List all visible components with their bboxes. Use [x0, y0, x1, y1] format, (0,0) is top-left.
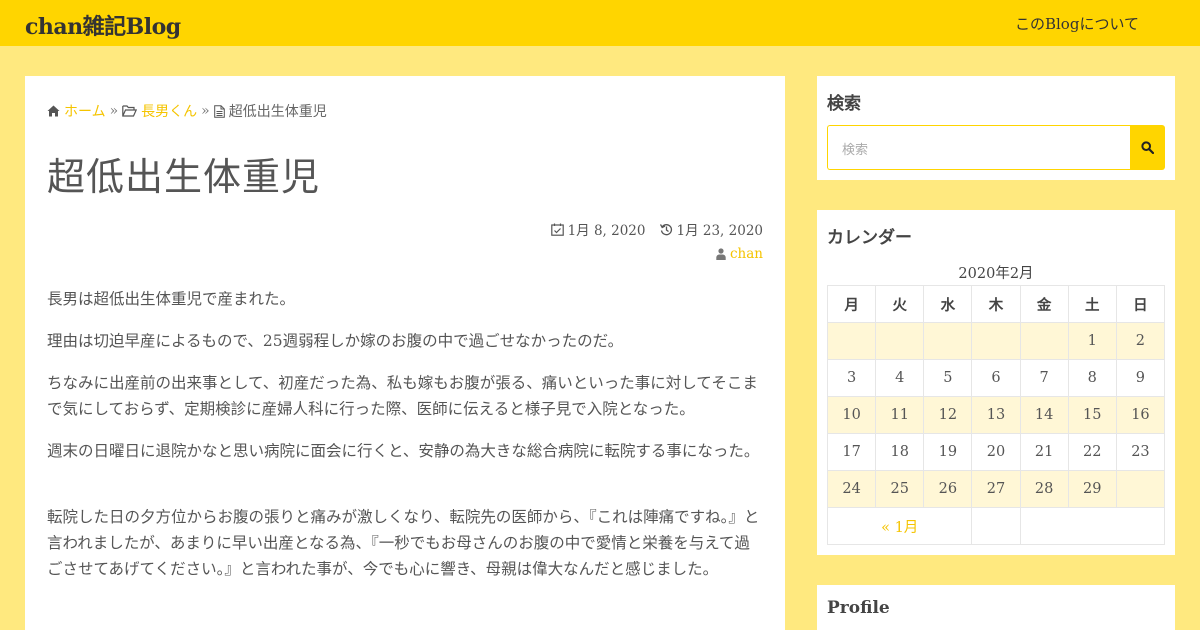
- calendar-day: 14: [1019, 396, 1069, 434]
- calendar-next-month: [1019, 507, 1166, 545]
- calendar-day: 24: [826, 470, 877, 508]
- breadcrumb-separator: »: [109, 103, 119, 119]
- home-icon: [47, 105, 60, 117]
- calendar-day: 6: [971, 359, 1021, 397]
- profile-widget: Profile: [817, 585, 1175, 630]
- breadcrumb-separator: »: [201, 103, 210, 119]
- calendar-week: 17 18 19 20 21 22 23: [826, 433, 1166, 471]
- history-icon: [659, 223, 672, 235]
- calendar-day: 2: [1115, 322, 1166, 360]
- calendar-nav-row: « 1月: [826, 507, 1166, 545]
- calendar-day: 21: [1019, 433, 1069, 471]
- calendar-day: 26: [923, 470, 973, 508]
- calendar-day: [1019, 322, 1069, 360]
- search-icon: [1141, 141, 1154, 154]
- calendar-day: 23: [1115, 433, 1166, 471]
- calendar-widget: カレンダー 2020年2月 月 火 水 木 金 土 日 1 2 3 4 5 6 …: [817, 210, 1175, 555]
- post-paragraph: 週末の日曜日に退院かなと思い病院に面会に行くと、安静の為大きな総合病院に転院する…: [47, 442, 760, 460]
- post-paragraph: 転院した日の夕方位からお腹の張りと痛みが激しくなり、転院先の医師から、『これは陣…: [47, 508, 760, 578]
- weekday-header: 土: [1067, 285, 1117, 323]
- search-widget: 検索 検索: [817, 76, 1175, 180]
- calendar-day: 8: [1067, 359, 1117, 397]
- calendar-pad: [971, 507, 1021, 545]
- calendar-day: [1115, 470, 1166, 508]
- calendar-table: 月 火 水 木 金 土 日 1 2 3 4 5 6 7 8 9 10 11 12…: [826, 285, 1166, 545]
- calendar-week: 24 25 26 27 28 29: [826, 470, 1166, 508]
- calendar-day: [923, 322, 973, 360]
- search-widget-title: 検索: [827, 94, 861, 114]
- post-body: 長男は超低出生体重児で産まれた。 理由は切迫早産によるもので、25週弱程しか嫁の…: [47, 286, 763, 598]
- calendar-day: 7: [1019, 359, 1069, 397]
- calendar-day: 22: [1067, 433, 1117, 471]
- search-input[interactable]: 検索: [827, 125, 1131, 170]
- author-link[interactable]: chan: [730, 246, 763, 262]
- post-paragraph: 理由は切迫早産によるもので、25週弱程しか嫁のお腹の中で過ごせなかったのだ。: [47, 332, 624, 350]
- updated-date: 1月 23, 2020: [676, 223, 764, 239]
- calendar-day: 1: [1067, 322, 1117, 360]
- calendar-week: 3 4 5 6 7 8 9: [826, 359, 1166, 397]
- calendar-day: 25: [875, 470, 925, 508]
- calendar-day: 18: [875, 433, 925, 471]
- calendar-check-icon: [550, 223, 564, 236]
- calendar-day: 10: [826, 396, 877, 434]
- calendar-day: 27: [971, 470, 1021, 508]
- calendar-widget-title: カレンダー: [827, 228, 912, 248]
- calendar-day: 19: [923, 433, 973, 471]
- calendar-day: 28: [1019, 470, 1069, 508]
- breadcrumb-current: 超低出生体重児: [228, 104, 327, 120]
- calendar-day: 16: [1115, 396, 1166, 434]
- folder-open-icon: [122, 105, 138, 117]
- breadcrumb-home[interactable]: ホーム: [64, 101, 106, 121]
- weekday-header: 金: [1019, 285, 1069, 323]
- breadcrumb: ホーム » 長男くん » 超低出生体重児: [47, 101, 327, 121]
- calendar-day: 12: [923, 396, 973, 434]
- weekday-header: 月: [826, 285, 877, 323]
- post-title: 超低出生体重児: [47, 155, 321, 199]
- weekday-header: 木: [971, 285, 1021, 323]
- calendar-day: 17: [826, 433, 877, 471]
- calendar-prev-month[interactable]: « 1月: [826, 507, 973, 545]
- calendar-day: [875, 322, 925, 360]
- calendar-day: 13: [971, 396, 1021, 434]
- calendar-day: [826, 322, 877, 360]
- user-icon: [716, 248, 726, 260]
- calendar-day: 4: [875, 359, 925, 397]
- weekday-header: 水: [923, 285, 973, 323]
- calendar-day: 5: [923, 359, 973, 397]
- calendar-day: 11: [875, 396, 925, 434]
- weekday-header: 火: [875, 285, 925, 323]
- post-author: chan: [716, 246, 763, 262]
- calendar-day: 20: [971, 433, 1021, 471]
- post-paragraph: 長男は超低出生体重児で産まれた。: [47, 290, 296, 308]
- published-date: 1月 8, 2020: [567, 223, 646, 239]
- weekday-header: 日: [1115, 285, 1166, 323]
- main-content: ホーム » 長男くん » 超低出生体重児 超低出生体重児 1月 8, 2020 …: [25, 76, 785, 630]
- post-paragraph: ちなみに出産前の出来事として、初産だった為、私も嫁もお腹が張る、痛いといった事に…: [47, 374, 758, 418]
- calendar-day: 9: [1115, 359, 1166, 397]
- profile-widget-title: Profile: [827, 598, 890, 618]
- nav-link-about[interactable]: このBlogについて: [1015, 13, 1139, 34]
- post-dates: 1月 8, 2020 1月 23, 2020: [550, 219, 764, 239]
- calendar-week: 1 2: [826, 322, 1166, 360]
- file-text-icon: [213, 104, 225, 118]
- site-title[interactable]: chan雑記Blog: [25, 9, 181, 41]
- calendar-day: 15: [1067, 396, 1117, 434]
- search-button[interactable]: [1130, 125, 1165, 170]
- calendar-day: [971, 322, 1021, 360]
- site-header: chan雑記Blog このBlogについて: [0, 0, 1200, 46]
- calendar-caption: 2020年2月: [958, 266, 1034, 282]
- calendar-day: 3: [826, 359, 877, 397]
- calendar-day: 29: [1067, 470, 1117, 508]
- breadcrumb-category[interactable]: 長男くん: [141, 101, 197, 121]
- calendar-week: 10 11 12 13 14 15 16: [826, 396, 1166, 434]
